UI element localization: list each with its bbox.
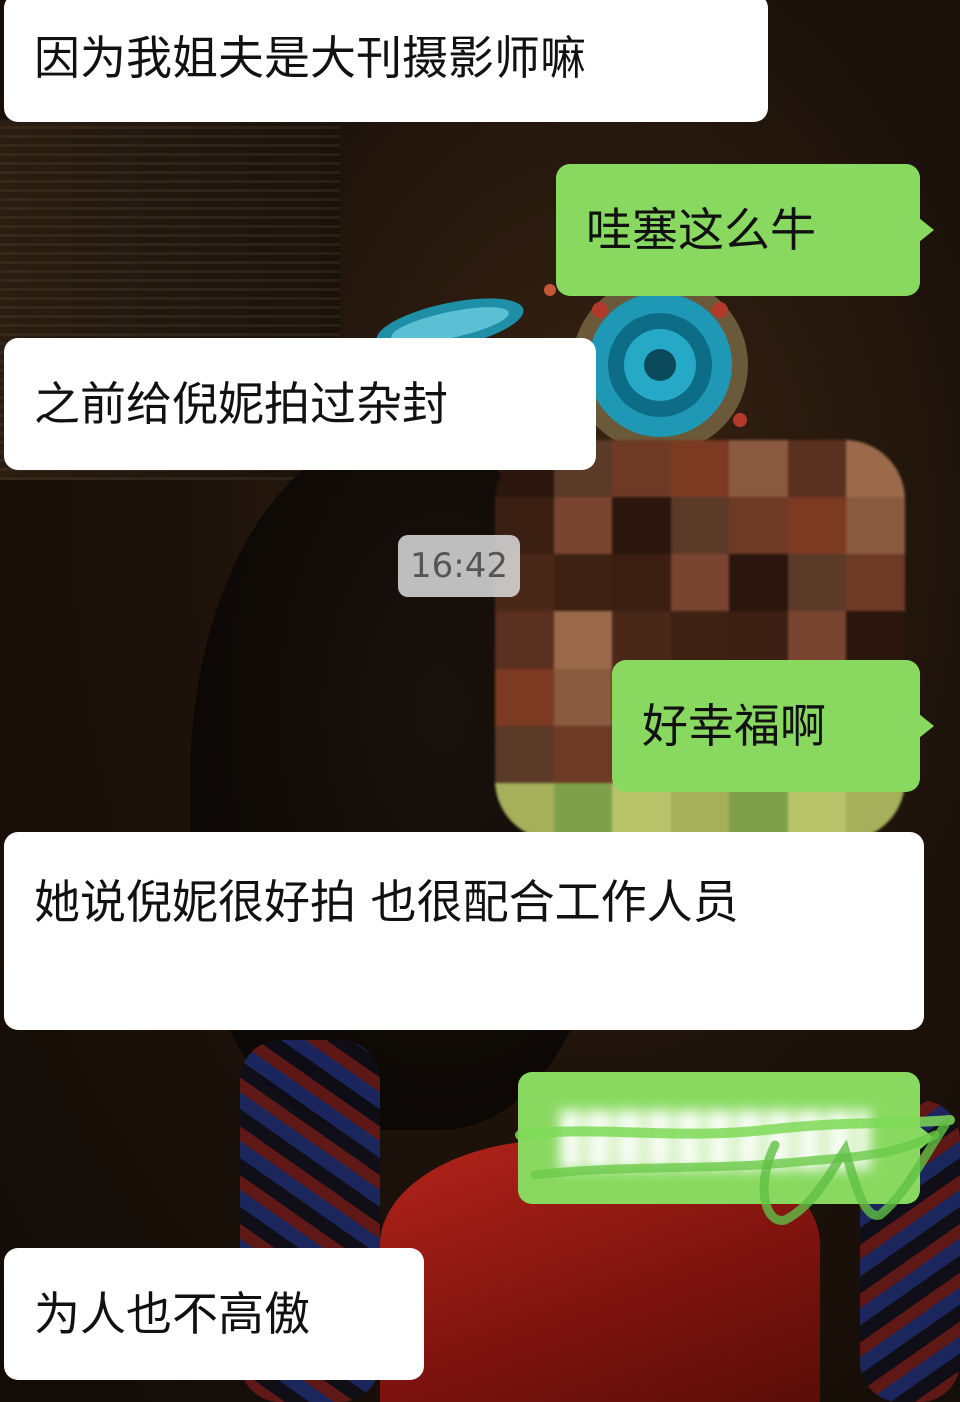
mosaic-cell xyxy=(729,497,788,555)
message-bubble-incoming[interactable]: 为人也不高傲 xyxy=(4,1248,424,1380)
message-bubble-incoming[interactable]: 她说倪妮很好拍 也很配合工作人员 xyxy=(4,832,924,1030)
mosaic-cell xyxy=(846,440,905,498)
mosaic-cell xyxy=(787,497,847,555)
mosaic-cell xyxy=(553,668,613,726)
mosaic-cell xyxy=(670,554,730,612)
message-bubble-outgoing[interactable]: 好幸福啊 xyxy=(612,660,920,792)
message-text: 因为我姐夫是大刊摄影师嘛 xyxy=(34,31,586,85)
mosaic-cell xyxy=(553,497,613,555)
mosaic-cell xyxy=(612,497,671,555)
mosaic-cell xyxy=(729,554,788,612)
mosaic-cell xyxy=(846,554,905,612)
mosaic-cell xyxy=(553,611,613,669)
message-text: 好幸福啊 xyxy=(642,699,826,753)
message-bubble-outgoing[interactable]: 哇塞这么牛 xyxy=(556,164,920,296)
message-bubble-incoming[interactable]: 因为我姐夫是大刊摄影师嘛 xyxy=(4,0,768,122)
mosaic-cell xyxy=(787,554,847,612)
message-bubble-incoming[interactable]: 之前给倪妮拍过杂封 xyxy=(4,338,596,470)
mosaic-cell xyxy=(787,440,847,498)
mosaic-cell xyxy=(729,440,788,498)
mosaic-cell xyxy=(612,440,671,498)
mosaic-cell xyxy=(495,725,554,783)
message-text: 为人也不高傲 xyxy=(34,1287,310,1341)
timestamp-pill: 16:42 xyxy=(398,535,520,597)
redaction-scribble xyxy=(515,1115,955,1225)
mosaic-cell xyxy=(553,725,613,783)
message-text: 她说倪妮很好拍 也很配合工作人员 xyxy=(34,875,739,929)
mosaic-cell xyxy=(670,497,730,555)
message-text: 哇塞这么牛 xyxy=(586,203,816,257)
mosaic-cell xyxy=(495,611,554,669)
mosaic-cell xyxy=(846,497,905,555)
timestamp-text: 16:42 xyxy=(410,546,508,586)
mosaic-cell xyxy=(495,668,554,726)
message-text: 之前给倪妮拍过杂封 xyxy=(34,377,448,431)
mosaic-cell xyxy=(553,554,613,612)
mosaic-cell xyxy=(612,554,671,612)
mosaic-cell xyxy=(670,440,730,498)
